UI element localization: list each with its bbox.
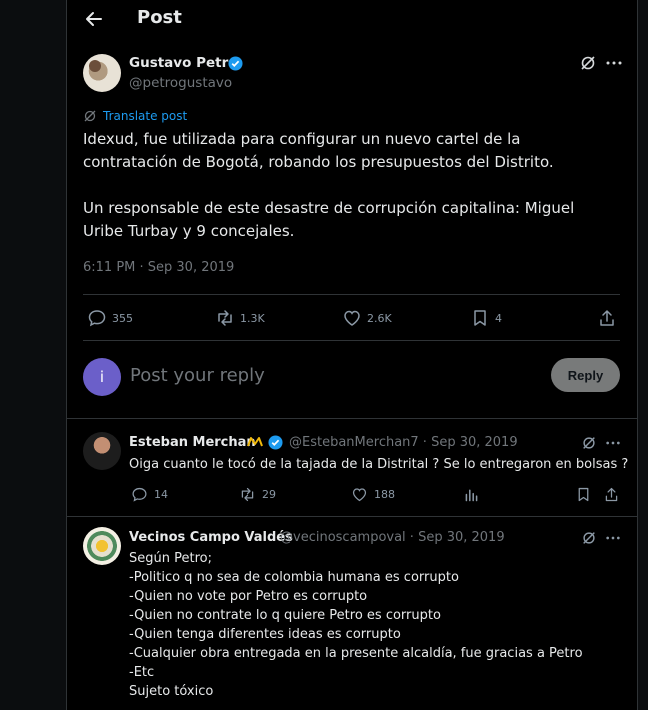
reply-count: 355 <box>112 311 133 325</box>
user-avatar[interactable]: i <box>83 358 121 396</box>
share-icon <box>603 486 626 503</box>
reply-input[interactable]: Post your reply <box>130 365 265 386</box>
divider <box>83 340 620 341</box>
like-count: 188 <box>374 488 395 501</box>
reply-author-avatar[interactable] <box>83 527 121 565</box>
grok-icon[interactable] <box>581 435 597 451</box>
like-action[interactable]: 188 <box>351 486 395 503</box>
verified-badge-icon <box>268 435 283 450</box>
reply-action[interactable]: 355 <box>87 308 133 328</box>
reply-author-avatar[interactable] <box>83 432 121 470</box>
translate-icon[interactable] <box>83 109 97 123</box>
translate-post-link[interactable]: Translate post <box>103 109 187 123</box>
repost-icon <box>215 308 240 328</box>
divider <box>67 516 637 517</box>
share-action[interactable] <box>603 486 626 503</box>
views-action[interactable] <box>463 486 486 503</box>
like-action[interactable]: 2.6K <box>342 308 392 328</box>
bookmark-count: 4 <box>495 311 502 325</box>
bookmark-icon <box>575 486 598 503</box>
page-title: Post <box>137 7 182 28</box>
post-timestamp[interactable]: 6:11 PM · Sep 30, 2019 <box>83 260 234 275</box>
reply-icon <box>87 308 112 328</box>
author-avatar[interactable] <box>83 54 121 92</box>
author-handle[interactable]: @petrogustavo <box>129 75 232 91</box>
repost-icon <box>239 486 262 503</box>
repost-count: 29 <box>262 488 276 501</box>
repost-action[interactable]: 29 <box>239 486 276 503</box>
repost-action[interactable]: 1.3K <box>215 308 265 328</box>
post-text: Idexud, fue utilizada para configurar un… <box>83 130 575 240</box>
bookmark-action[interactable]: 4 <box>470 308 502 328</box>
share-icon <box>597 308 622 328</box>
bookmark-icon <box>470 308 495 328</box>
right-background <box>637 0 648 710</box>
more-options-icon[interactable] <box>605 54 623 72</box>
reply-button[interactable]: Reply <box>551 358 620 392</box>
reply-handle-date[interactable]: @vecinoscampoval · Sep 30, 2019 <box>280 530 505 545</box>
heart-icon <box>351 486 374 503</box>
left-background <box>0 0 66 710</box>
reply-handle-date[interactable]: @EstebanMerchan7 · Sep 30, 2019 <box>289 435 518 450</box>
divider <box>67 418 637 419</box>
reply-text: Oiga cuanto le tocó de la tajada de la D… <box>129 457 629 472</box>
reply-author-name[interactable]: Vecinos Campo Valdés <box>129 530 293 545</box>
repost-count: 1.3K <box>240 311 265 325</box>
bookmark-action[interactable] <box>575 486 598 503</box>
more-options-icon[interactable] <box>605 530 621 546</box>
grok-icon[interactable] <box>581 530 597 546</box>
verified-badge-icon <box>228 56 243 71</box>
divider <box>83 294 620 295</box>
gold-badge-icon <box>246 434 264 450</box>
grok-icon[interactable] <box>579 54 597 72</box>
reply-text: Según Petro; -Politico q no sea de colom… <box>129 551 583 699</box>
post-column: Post Gustavo Petro @petrogustavo Transla… <box>66 0 638 710</box>
share-action[interactable] <box>597 308 622 328</box>
reply-count: 14 <box>154 488 168 501</box>
author-name[interactable]: Gustavo Petro <box>129 55 238 71</box>
like-count: 2.6K <box>367 311 392 325</box>
views-chart-icon <box>463 486 486 503</box>
reply-icon <box>131 486 154 503</box>
back-arrow-icon[interactable] <box>83 8 105 30</box>
reply-author-name[interactable]: Esteban Merchan <box>129 435 256 450</box>
reply-action[interactable]: 14 <box>131 486 168 503</box>
more-options-icon[interactable] <box>605 435 621 451</box>
heart-icon <box>342 308 367 328</box>
